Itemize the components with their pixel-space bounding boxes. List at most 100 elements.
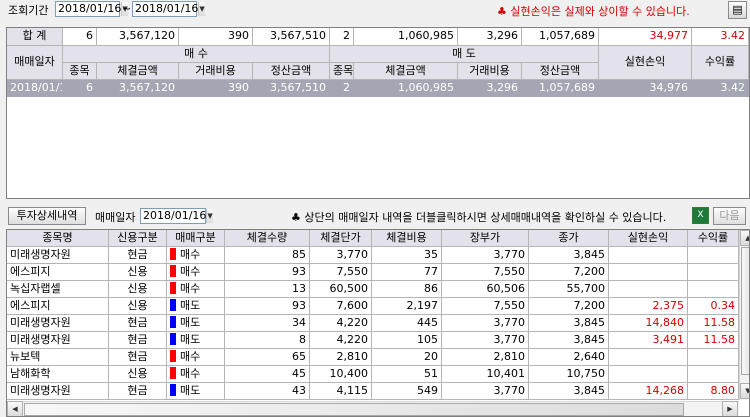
- cell-trade-side[interactable]: 매도: [167, 332, 225, 349]
- cell-exec-price[interactable]: 3,770: [310, 247, 372, 264]
- cell-exec-qty[interactable]: 65: [225, 349, 310, 366]
- vertical-scroll-thumb[interactable]: [741, 247, 749, 375]
- cell-close-price[interactable]: 2,640: [529, 349, 609, 366]
- cell-close-price[interactable]: 3,845: [529, 332, 609, 349]
- cell-book-price[interactable]: 2,810: [442, 349, 529, 366]
- daily-sell-count[interactable]: 2: [330, 80, 354, 97]
- cell-stock-name[interactable]: 미래생명자원: [7, 247, 109, 264]
- cell-close-price[interactable]: 3,845: [529, 247, 609, 264]
- vertical-scrollbar[interactable]: ▲ ▼: [739, 230, 749, 400]
- cell-credit-type[interactable]: 현금: [109, 315, 167, 332]
- cell-exec-price[interactable]: 60,500: [310, 281, 372, 298]
- cell-exec-qty[interactable]: 93: [225, 298, 310, 315]
- scroll-right-icon[interactable]: ▶: [722, 401, 738, 416]
- cell-return-rate[interactable]: [688, 247, 739, 264]
- cell-trade-side[interactable]: 매수: [167, 349, 225, 366]
- start-date-input[interactable]: 2018/01/16 ▼: [55, 1, 128, 17]
- cell-return-rate[interactable]: 0.34: [688, 298, 739, 315]
- cell-return-rate[interactable]: 8.80: [688, 383, 739, 400]
- cell-book-price[interactable]: 7,550: [442, 298, 529, 315]
- cell-book-price[interactable]: 10,401: [442, 366, 529, 383]
- print-button[interactable]: ▤: [728, 1, 747, 19]
- cell-realized-pl[interactable]: [609, 281, 688, 298]
- cell-stock-name[interactable]: 미래생명자원: [7, 332, 109, 349]
- scroll-up-icon[interactable]: ▲: [740, 230, 749, 246]
- daily-return-rate[interactable]: 3.42: [692, 80, 749, 97]
- cell-stock-name[interactable]: 뉴보텍: [7, 349, 109, 366]
- cell-exec-qty[interactable]: 34: [225, 315, 310, 332]
- cell-close-price[interactable]: 55,700: [529, 281, 609, 298]
- daily-sell-fee[interactable]: 3,296: [458, 80, 522, 97]
- cell-return-rate[interactable]: [688, 281, 739, 298]
- daily-buy-settle[interactable]: 3,567,510: [253, 80, 330, 97]
- cell-exec-cost[interactable]: 105: [372, 332, 442, 349]
- cell-trade-side[interactable]: 매도: [167, 315, 225, 332]
- cell-trade-side[interactable]: 매수: [167, 247, 225, 264]
- cell-book-price[interactable]: 3,770: [442, 247, 529, 264]
- cell-exec-price[interactable]: 2,810: [310, 349, 372, 366]
- cell-exec-price[interactable]: 10,400: [310, 366, 372, 383]
- cell-return-rate[interactable]: [688, 264, 739, 281]
- cell-realized-pl[interactable]: 3,491: [609, 332, 688, 349]
- cell-exec-price[interactable]: 4,220: [310, 315, 372, 332]
- cell-return-rate[interactable]: [688, 366, 739, 383]
- cell-exec-cost[interactable]: 2,197: [372, 298, 442, 315]
- cell-return-rate[interactable]: [688, 349, 739, 366]
- cell-book-price[interactable]: 3,770: [442, 315, 529, 332]
- cell-stock-name[interactable]: 에스피지: [7, 264, 109, 281]
- cell-book-price[interactable]: 60,506: [442, 281, 529, 298]
- cell-exec-cost[interactable]: 51: [372, 366, 442, 383]
- daily-realized-pl[interactable]: 34,976: [599, 80, 692, 97]
- cell-trade-side[interactable]: 매수: [167, 366, 225, 383]
- cell-credit-type[interactable]: 신용: [109, 366, 167, 383]
- cell-stock-name[interactable]: 남해화학: [7, 366, 109, 383]
- excel-export-button[interactable]: X: [692, 207, 709, 224]
- end-date-input[interactable]: 2018/01/16 ▼: [132, 1, 205, 17]
- cell-credit-type[interactable]: 현금: [109, 349, 167, 366]
- cell-close-price[interactable]: 10,750: [529, 366, 609, 383]
- cell-credit-type[interactable]: 현금: [109, 383, 167, 400]
- cell-realized-pl[interactable]: 2,375: [609, 298, 688, 315]
- cell-exec-cost[interactable]: 549: [372, 383, 442, 400]
- cell-close-price[interactable]: 7,200: [529, 264, 609, 281]
- cell-book-price[interactable]: 7,550: [442, 264, 529, 281]
- cell-exec-qty[interactable]: 43: [225, 383, 310, 400]
- cell-trade-side[interactable]: 매수: [167, 281, 225, 298]
- cell-stock-name[interactable]: 에스피지: [7, 298, 109, 315]
- investment-detail-button[interactable]: 투자상세내역: [8, 207, 86, 225]
- chevron-down-icon[interactable]: ▼: [206, 209, 213, 223]
- cell-exec-price[interactable]: 7,550: [310, 264, 372, 281]
- daily-buy-amount[interactable]: 3,567,120: [97, 80, 179, 97]
- cell-close-price[interactable]: 3,845: [529, 383, 609, 400]
- daily-buy-count[interactable]: 6: [63, 80, 97, 97]
- cell-return-rate[interactable]: 11.58: [688, 315, 739, 332]
- cell-realized-pl[interactable]: 14,268: [609, 383, 688, 400]
- cell-exec-cost[interactable]: 20: [372, 349, 442, 366]
- cell-exec-qty[interactable]: 93: [225, 264, 310, 281]
- cell-stock-name[interactable]: 미래생명자원: [7, 315, 109, 332]
- cell-exec-qty[interactable]: 45: [225, 366, 310, 383]
- cell-realized-pl[interactable]: 14,840: [609, 315, 688, 332]
- cell-realized-pl[interactable]: [609, 366, 688, 383]
- horizontal-scrollbar[interactable]: ◀ ▶: [7, 401, 739, 416]
- cell-credit-type[interactable]: 신용: [109, 281, 167, 298]
- cell-exec-qty[interactable]: 13: [225, 281, 310, 298]
- cell-exec-cost[interactable]: 77: [372, 264, 442, 281]
- cell-exec-qty[interactable]: 8: [225, 332, 310, 349]
- cell-realized-pl[interactable]: [609, 264, 688, 281]
- daily-buy-fee[interactable]: 390: [179, 80, 253, 97]
- cell-exec-price[interactable]: 4,115: [310, 383, 372, 400]
- cell-stock-name[interactable]: 미래생명자원: [7, 383, 109, 400]
- cell-trade-side[interactable]: 매도: [167, 298, 225, 315]
- trade-date-input[interactable]: 2018/01/16 ▼: [140, 208, 213, 224]
- cell-realized-pl[interactable]: [609, 247, 688, 264]
- cell-exec-cost[interactable]: 445: [372, 315, 442, 332]
- cell-close-price[interactable]: 7,200: [529, 298, 609, 315]
- daily-sell-settle[interactable]: 1,057,689: [522, 80, 599, 97]
- cell-credit-type[interactable]: 현금: [109, 247, 167, 264]
- horizontal-scroll-thumb[interactable]: [24, 403, 684, 416]
- cell-book-price[interactable]: 3,770: [442, 332, 529, 349]
- cell-stock-name[interactable]: 녹십자랩셀: [7, 281, 109, 298]
- cell-exec-cost[interactable]: 86: [372, 281, 442, 298]
- cell-credit-type[interactable]: 신용: [109, 298, 167, 315]
